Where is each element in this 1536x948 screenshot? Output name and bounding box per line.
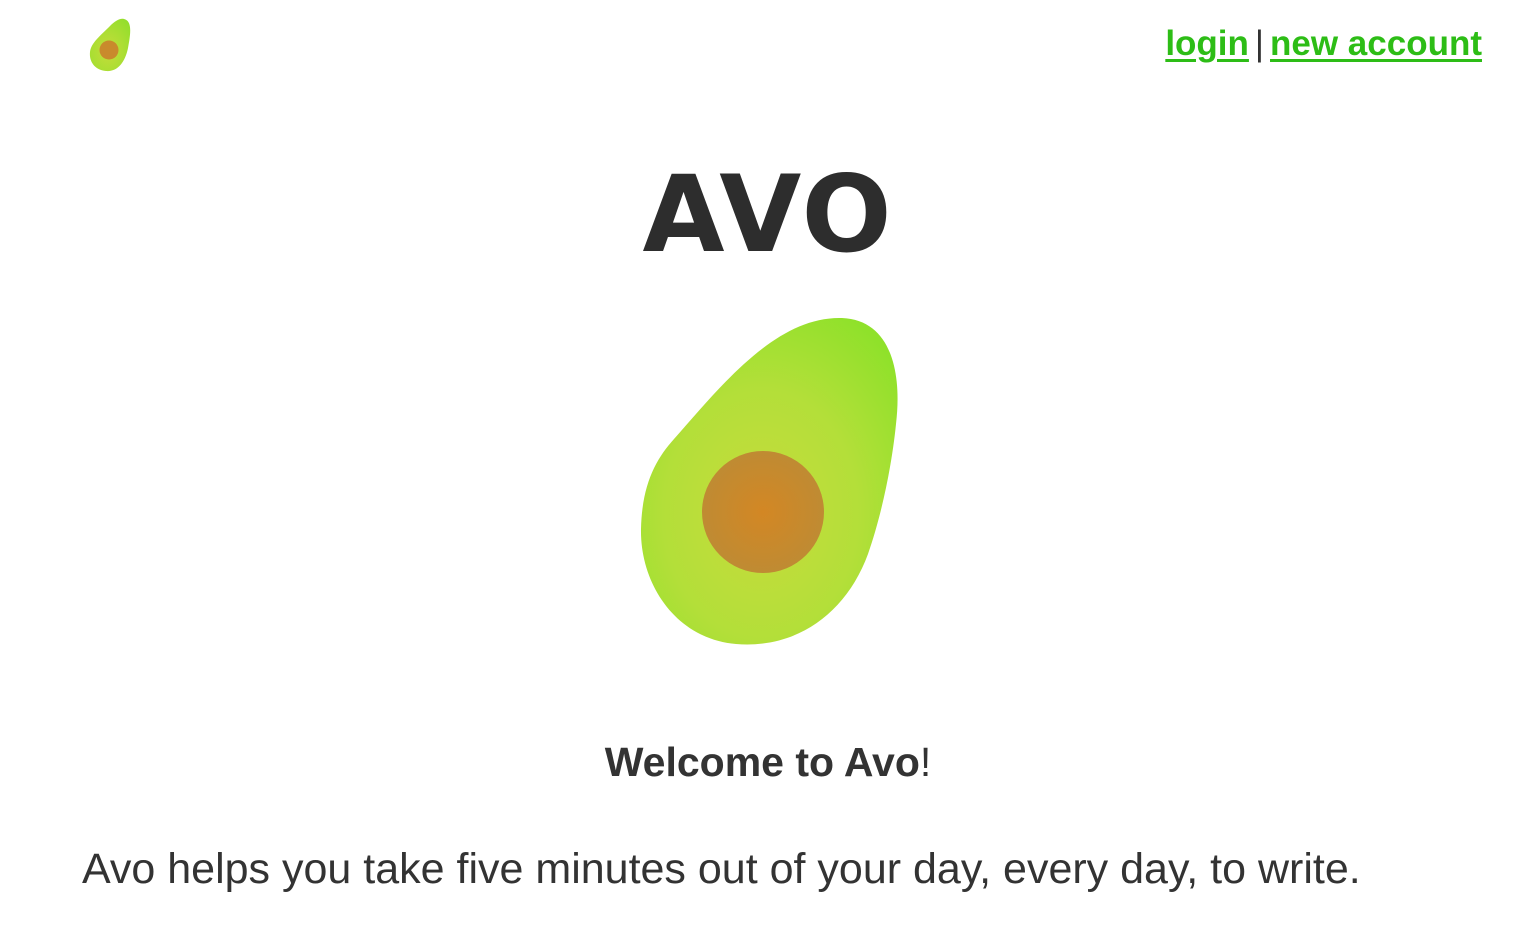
tagline: Avo helps you take five minutes out of y…: [82, 845, 1361, 893]
welcome-text: Welcome to Avo: [604, 739, 920, 785]
page-title: AVO: [642, 153, 894, 276]
auth-links: login | new account: [1165, 22, 1482, 66]
welcome-heading: Welcome to Avo!: [0, 736, 1536, 788]
avocado-icon: [640, 317, 898, 645]
link-separator: |: [1254, 24, 1265, 63]
login-link[interactable]: login: [1165, 24, 1249, 63]
avocado-icon: [89, 18, 131, 72]
new-account-link[interactable]: new account: [1270, 24, 1482, 63]
home-logo-link[interactable]: [88, 18, 132, 72]
welcome-punctuation: !: [919, 739, 932, 785]
landing-page: login | new account AVO Welcome to Avo! Av…: [0, 0, 1536, 948]
